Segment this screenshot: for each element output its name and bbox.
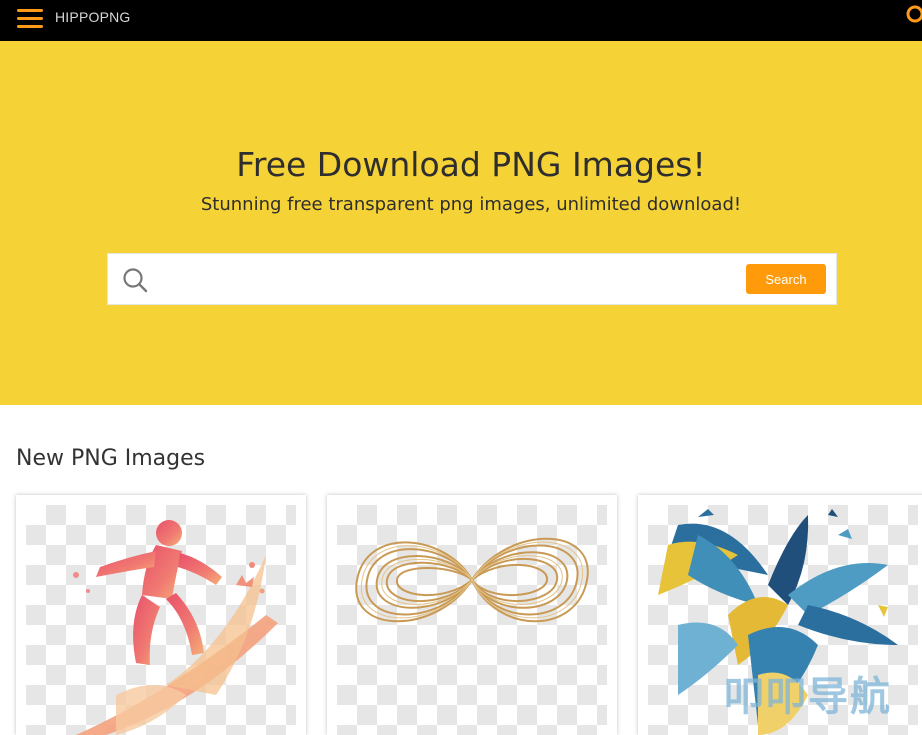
section-title: New PNG Images <box>16 446 206 471</box>
hamburger-menu-icon[interactable] <box>17 7 43 29</box>
image-card-infinity[interactable] <box>327 495 617 735</box>
search-button[interactable]: Search <box>746 264 826 294</box>
infinity-image <box>355 537 589 623</box>
watermark: 叩叩导航 <box>724 674 892 720</box>
hero-title: Free Download PNG Images! <box>236 145 706 184</box>
search-input[interactable] <box>160 263 784 297</box>
image-card-surfer[interactable] <box>16 495 306 735</box>
top-navbar: HIPPOPNG <box>0 0 922 41</box>
hero-banner: Free Download PNG Images! Stunning free … <box>0 41 922 405</box>
surfer-image <box>73 520 278 735</box>
hero-subtitle: Stunning free transparent png images, un… <box>200 194 742 215</box>
magnifier-icon <box>123 268 148 293</box>
site-logo[interactable]: HIPPOPNG <box>55 9 131 25</box>
search-bar: Search <box>107 253 837 305</box>
search-icon[interactable] <box>904 4 922 26</box>
